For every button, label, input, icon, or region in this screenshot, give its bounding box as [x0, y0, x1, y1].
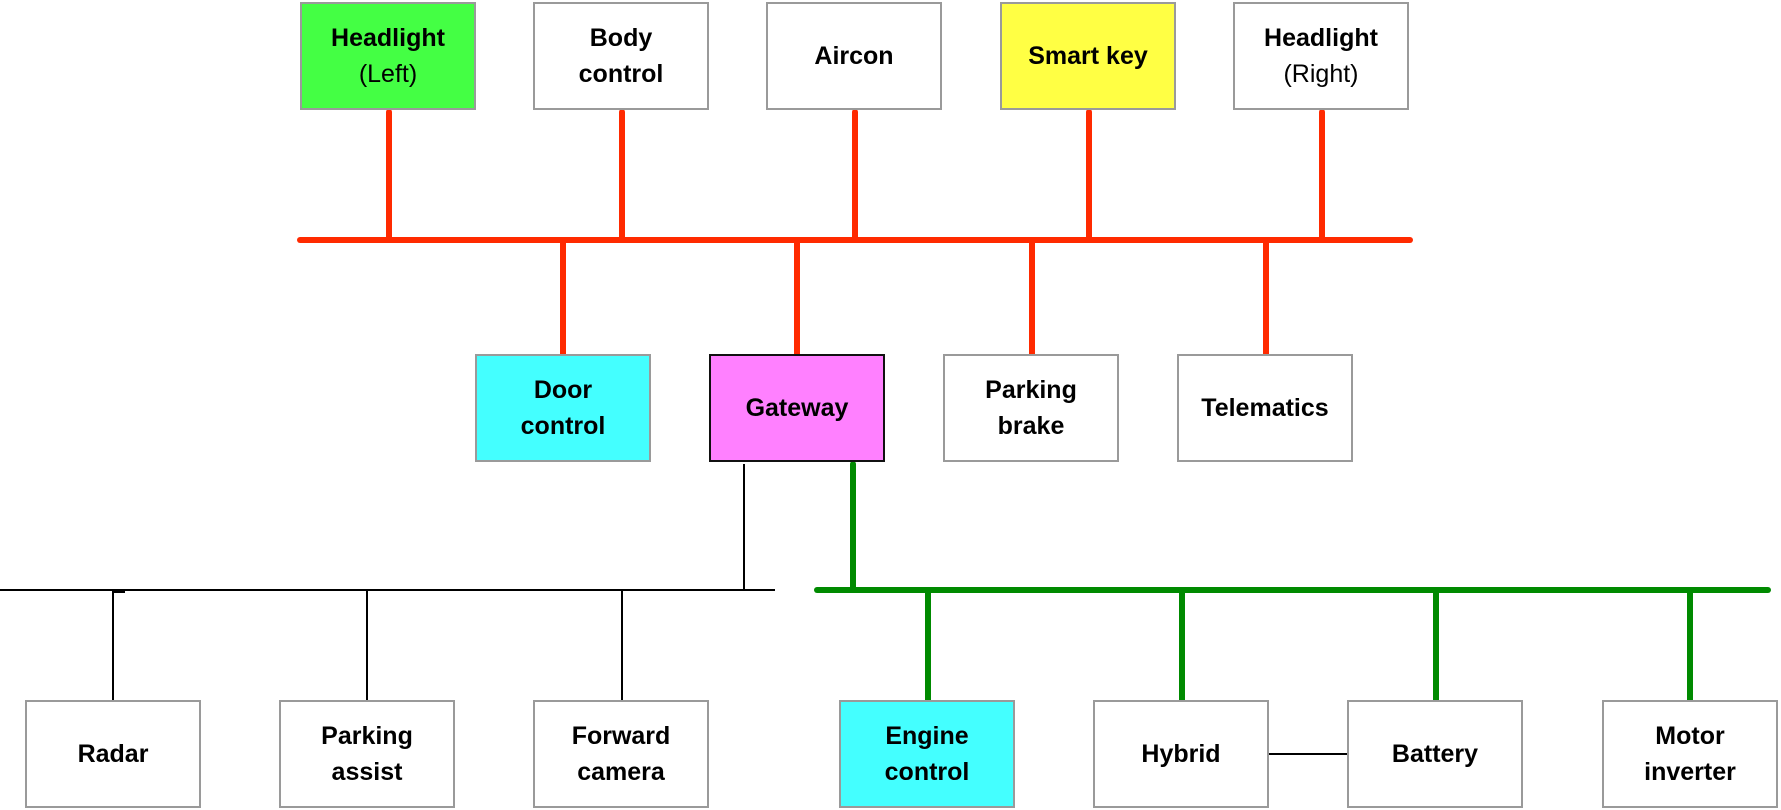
node-label: Smart key — [1028, 42, 1148, 70]
node-label: Gateway — [745, 394, 849, 422]
node-body-control[interactable]: Body control — [533, 2, 709, 110]
node-label: Parking — [321, 722, 413, 750]
adas-bus — [0, 464, 775, 700]
node-parking-assist[interactable]: Parking assist — [279, 700, 455, 808]
node-sublabel: assist — [331, 758, 403, 786]
node-label: Body — [589, 24, 653, 52]
node-gateway[interactable]: Gateway — [709, 354, 885, 462]
node-sublabel: brake — [997, 412, 1065, 440]
node-smart-key[interactable]: Smart key — [1000, 2, 1176, 110]
node-label: Headlight — [1264, 24, 1378, 52]
node-label: Door — [533, 376, 593, 404]
node-sublabel: control — [884, 758, 970, 786]
node-headlight-right[interactable]: Headlight (Right) — [1233, 2, 1409, 110]
node-label: Hybrid — [1141, 740, 1221, 768]
node-aircon[interactable]: Aircon — [766, 2, 942, 110]
body-bus — [297, 109, 1413, 357]
node-label: Aircon — [814, 42, 894, 70]
node-sublabel: inverter — [1644, 758, 1736, 786]
powertrain-bus — [814, 461, 1771, 703]
node-hybrid[interactable]: Hybrid — [1093, 700, 1269, 808]
node-label: Headlight — [331, 24, 445, 52]
node-label: Battery — [1391, 740, 1479, 768]
node-label: Engine — [885, 722, 969, 750]
node-telematics[interactable]: Telematics — [1177, 354, 1353, 462]
node-sublabel: camera — [577, 758, 665, 786]
node-label: Motor — [1655, 722, 1725, 750]
node-sublabel: (Left) — [358, 60, 418, 88]
node-label: Telematics — [1201, 394, 1329, 422]
node-forward-camera[interactable]: Forward camera — [533, 700, 709, 808]
node-label: Radar — [77, 740, 149, 768]
network-wires — [0, 109, 1771, 755]
node-sublabel: (Right) — [1283, 60, 1359, 88]
node-headlight-left[interactable]: Headlight (Left) — [300, 2, 476, 110]
node-engine-control[interactable]: Engine control — [839, 700, 1015, 808]
node-battery[interactable]: Battery — [1347, 700, 1523, 808]
node-motor-inverter[interactable]: Motor inverter — [1602, 700, 1778, 808]
node-label: Parking — [985, 376, 1077, 404]
node-door-control[interactable]: Door control — [475, 354, 651, 462]
node-label: Forward — [571, 722, 671, 750]
node-sublabel: control — [520, 412, 606, 440]
node-radar[interactable]: Radar — [25, 700, 201, 808]
node-parking-brake[interactable]: Parking brake — [943, 354, 1119, 462]
drop-radar — [112, 591, 125, 700]
node-sublabel: control — [578, 60, 664, 88]
